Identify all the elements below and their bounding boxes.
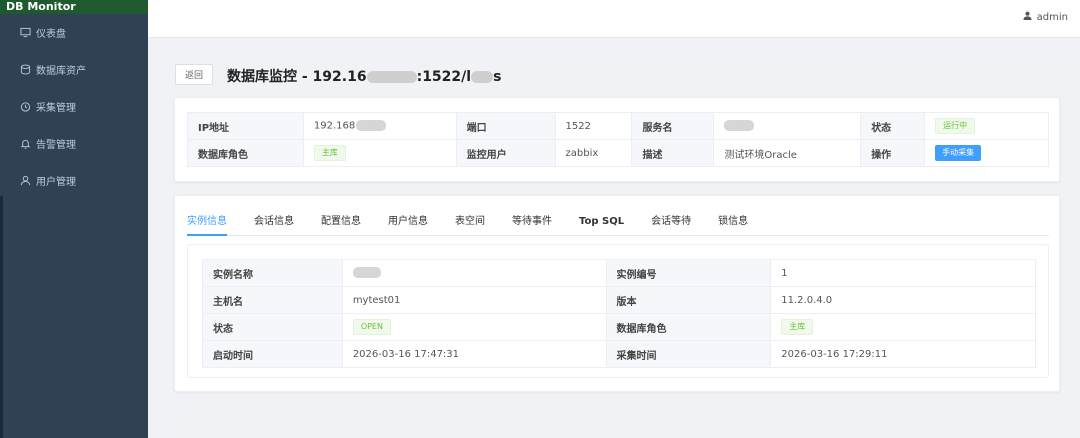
- back-button[interactable]: 返回: [175, 64, 213, 85]
- ip-value: 192.168: [302, 112, 457, 140]
- table-row: IP地址 192.168 端口 1522 服务名 状态 运行中: [187, 112, 1049, 140]
- manual-collect-button[interactable]: 手动采集: [935, 145, 982, 161]
- redacted-mask: [471, 71, 494, 83]
- tab-lock-info[interactable]: 锁信息: [718, 214, 748, 236]
- tab-user-info[interactable]: 用户信息: [388, 214, 428, 236]
- redacted-mask: [356, 120, 387, 132]
- sidebar-item-db-assets[interactable]: 数据库资产: [0, 51, 148, 88]
- monitor-icon: [18, 26, 32, 40]
- tab-bar: 实例信息 会话信息 配置信息 用户信息 表空间 等待事件 Top SQL 会话等…: [187, 214, 1049, 236]
- table-row: 启动时间 2026-03-16 17:47:31 采集时间 2026-03-16…: [202, 340, 1036, 368]
- instance-role-label: 数据库角色: [605, 313, 772, 341]
- tab-wait-events[interactable]: 等待事件: [512, 214, 552, 236]
- sidebar-item-alerts[interactable]: 告警管理: [0, 125, 148, 162]
- tab-session-info[interactable]: 会话信息: [254, 214, 294, 236]
- collect-time-label: 采集时间: [605, 340, 772, 368]
- sidebar-item-label: 告警管理: [36, 140, 76, 151]
- host-value: mytest01: [341, 286, 607, 314]
- instance-name-value: [341, 259, 607, 287]
- clock-icon: [18, 100, 32, 114]
- sidebar-item-collection[interactable]: 采集管理: [0, 88, 148, 125]
- instance-number-label: 实例编号: [605, 259, 772, 287]
- service-value: [713, 112, 862, 140]
- sidebar-item-label: 用户管理: [36, 177, 76, 188]
- role-badge: 主库: [313, 145, 346, 161]
- action-label: 操作: [860, 139, 926, 167]
- role-label: 数据库角色: [187, 139, 304, 167]
- sidebar-item-dashboard[interactable]: 仪表盘: [0, 14, 148, 51]
- status-badge: 运行中: [935, 118, 976, 134]
- tab-session-wait[interactable]: 会话等待: [651, 214, 691, 236]
- instance-name-label: 实例名称: [202, 259, 343, 287]
- instance-panel: 实例名称 实例编号 1 主机名 mytest01 版本 11.2.0.4.0 状…: [187, 244, 1049, 378]
- summary-card: IP地址 192.168 端口 1522 服务名 状态 运行中 数据库角色 主库…: [174, 97, 1060, 182]
- username: admin: [1036, 11, 1068, 23]
- table-row: 实例名称 实例编号 1: [202, 259, 1036, 287]
- detail-card: 实例信息 会话信息 配置信息 用户信息 表空间 等待事件 Top SQL 会话等…: [174, 195, 1060, 392]
- tab-tablespace[interactable]: 表空间: [455, 214, 485, 236]
- instance-status-cell: OPEN: [341, 313, 607, 341]
- sidebar-item-label: 仪表盘: [36, 29, 66, 40]
- tab-top-sql[interactable]: Top SQL: [579, 214, 624, 236]
- instance-role-cell: 主库: [770, 313, 1036, 341]
- sidebar-item-users[interactable]: 用户管理: [0, 162, 148, 199]
- start-time-label: 启动时间: [202, 340, 343, 368]
- instance-table: 实例名称 实例编号 1 主机名 mytest01 版本 11.2.0.4.0 状…: [202, 259, 1036, 368]
- ip-label: IP地址: [187, 112, 304, 140]
- version-label: 版本: [605, 286, 772, 314]
- top-header: admin: [148, 0, 1080, 38]
- version-value: 11.2.0.4.0: [770, 286, 1036, 314]
- status-label: 状态: [860, 112, 926, 140]
- instance-status-label: 状态: [202, 313, 343, 341]
- monitor-user-label: 监控用户: [455, 139, 556, 167]
- user-menu[interactable]: admin: [1023, 11, 1068, 23]
- user-avatar-icon: [1023, 11, 1032, 23]
- collect-time-value: 2026-03-16 17:29:11: [770, 340, 1036, 368]
- redacted-mask: [366, 71, 417, 83]
- desc-label: 描述: [631, 139, 715, 167]
- page-title: 数据库监控 - 192.16:1522/l s: [227, 69, 502, 85]
- open-badge: OPEN: [352, 319, 391, 335]
- role-cell: 主库: [302, 139, 457, 167]
- app-title: DB Monitor: [0, 0, 148, 14]
- role-badge: 主库: [781, 319, 814, 335]
- start-time-value: 2026-03-16 17:47:31: [341, 340, 607, 368]
- action-cell: 手动采集: [924, 139, 1049, 167]
- sidebar-edge: [0, 196, 3, 438]
- monitor-user-value: zabbix: [554, 139, 633, 167]
- instance-number-value: 1: [770, 259, 1036, 287]
- redacted-mask: [352, 267, 381, 279]
- tab-instance-info[interactable]: 实例信息: [187, 214, 227, 236]
- bell-icon: [18, 137, 32, 151]
- desc-value: 测试环境Oracle: [713, 139, 862, 167]
- database-icon: [18, 63, 32, 77]
- table-row: 主机名 mytest01 版本 11.2.0.4.0: [202, 286, 1036, 314]
- port-value: 1522: [554, 112, 633, 140]
- user-icon: [18, 174, 32, 188]
- redacted-mask: [724, 120, 755, 132]
- sidebar-item-label: 采集管理: [36, 103, 76, 114]
- status-cell: 运行中: [924, 112, 1049, 140]
- port-label: 端口: [455, 112, 556, 140]
- tab-config-info[interactable]: 配置信息: [321, 214, 361, 236]
- sidebar-menu: 仪表盘 数据库资产 采集管理 告警管理 用户管理: [0, 14, 148, 199]
- table-row: 数据库角色 主库 监控用户 zabbix 描述 测试环境Oracle 操作 手动…: [187, 139, 1049, 167]
- service-label: 服务名: [631, 112, 715, 140]
- host-label: 主机名: [202, 286, 343, 314]
- table-row: 状态 OPEN 数据库角色 主库: [202, 313, 1036, 341]
- summary-table: IP地址 192.168 端口 1522 服务名 状态 运行中 数据库角色 主库…: [187, 112, 1049, 167]
- sidebar-item-label: 数据库资产: [36, 66, 86, 77]
- sidebar: DB Monitor 仪表盘 数据库资产 采集管理 告警管理 用户管理: [0, 0, 148, 438]
